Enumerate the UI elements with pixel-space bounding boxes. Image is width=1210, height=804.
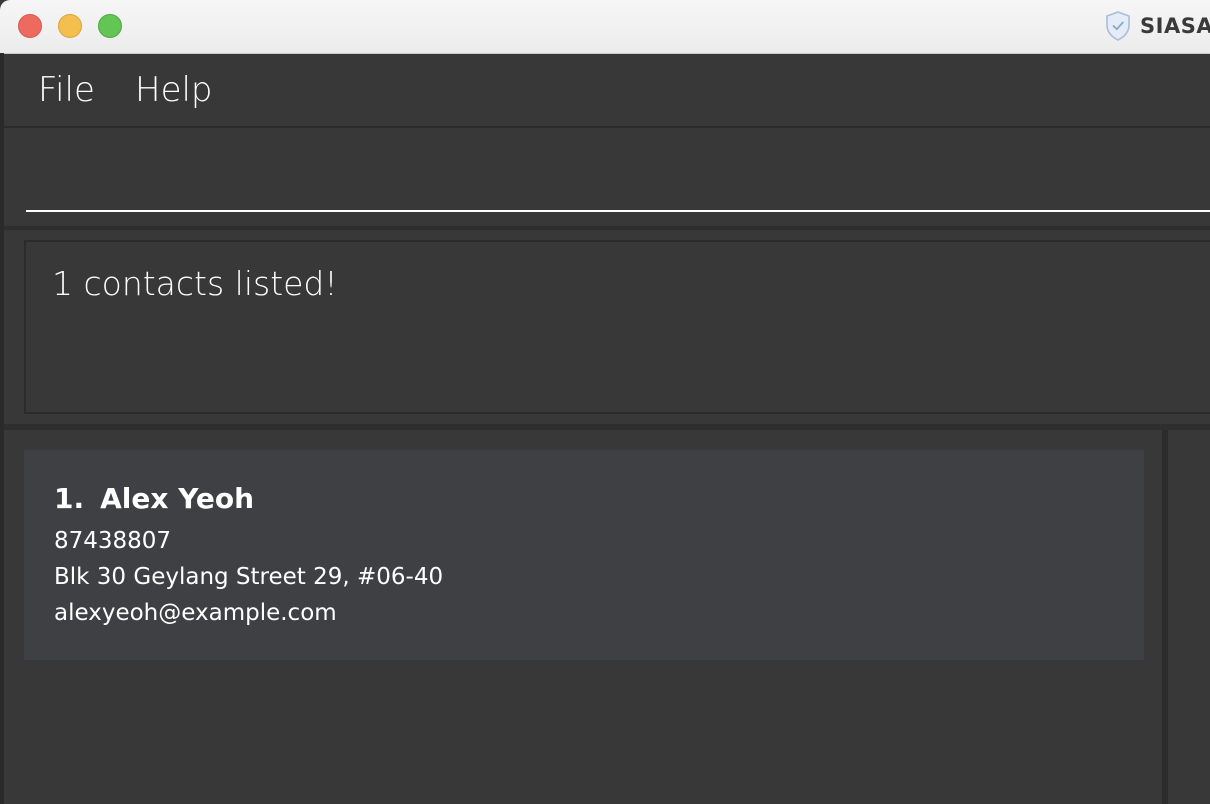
result-message: 1 contacts listed! [52, 264, 338, 303]
menu-file[interactable]: File [38, 70, 95, 110]
close-window-button[interactable] [18, 14, 42, 38]
contact-phone: 87438807 [54, 528, 172, 554]
window-title: SIASA [1104, 8, 1210, 44]
contact-card-title: 1. Alex Yeoh [54, 482, 254, 515]
minimize-window-button[interactable] [58, 14, 82, 38]
menu-help[interactable]: Help [135, 70, 213, 110]
result-message-box: 1 contacts listed! [24, 240, 1210, 414]
detail-panel [1168, 430, 1210, 804]
contact-address: Blk 30 Geylang Street 29, #06-40 [54, 564, 444, 590]
contact-name: Alex Yeoh [100, 482, 255, 515]
command-input[interactable] [26, 148, 1210, 212]
result-display: 1 contacts listed! [4, 230, 1210, 424]
zoom-window-button[interactable] [98, 14, 122, 38]
window-title-text: SIASA [1140, 14, 1210, 38]
menu-bar: File Help [4, 54, 1210, 128]
command-box [4, 128, 1210, 226]
app-window: SIASA File Help 1 contacts listed! 1. Ale… [0, 0, 1210, 804]
contact-email: alexyeoh@example.com [54, 600, 337, 626]
contact-index: 1. [54, 482, 85, 515]
contact-card[interactable]: 1. Alex Yeoh 87438807 Blk 30 Geylang Stre… [24, 450, 1144, 660]
title-bar[interactable]: SIASA [0, 0, 1210, 54]
contact-list-panel[interactable]: 1. Alex Yeoh 87438807 Blk 30 Geylang Stre… [4, 430, 1162, 804]
shield-check-icon [1106, 11, 1130, 41]
